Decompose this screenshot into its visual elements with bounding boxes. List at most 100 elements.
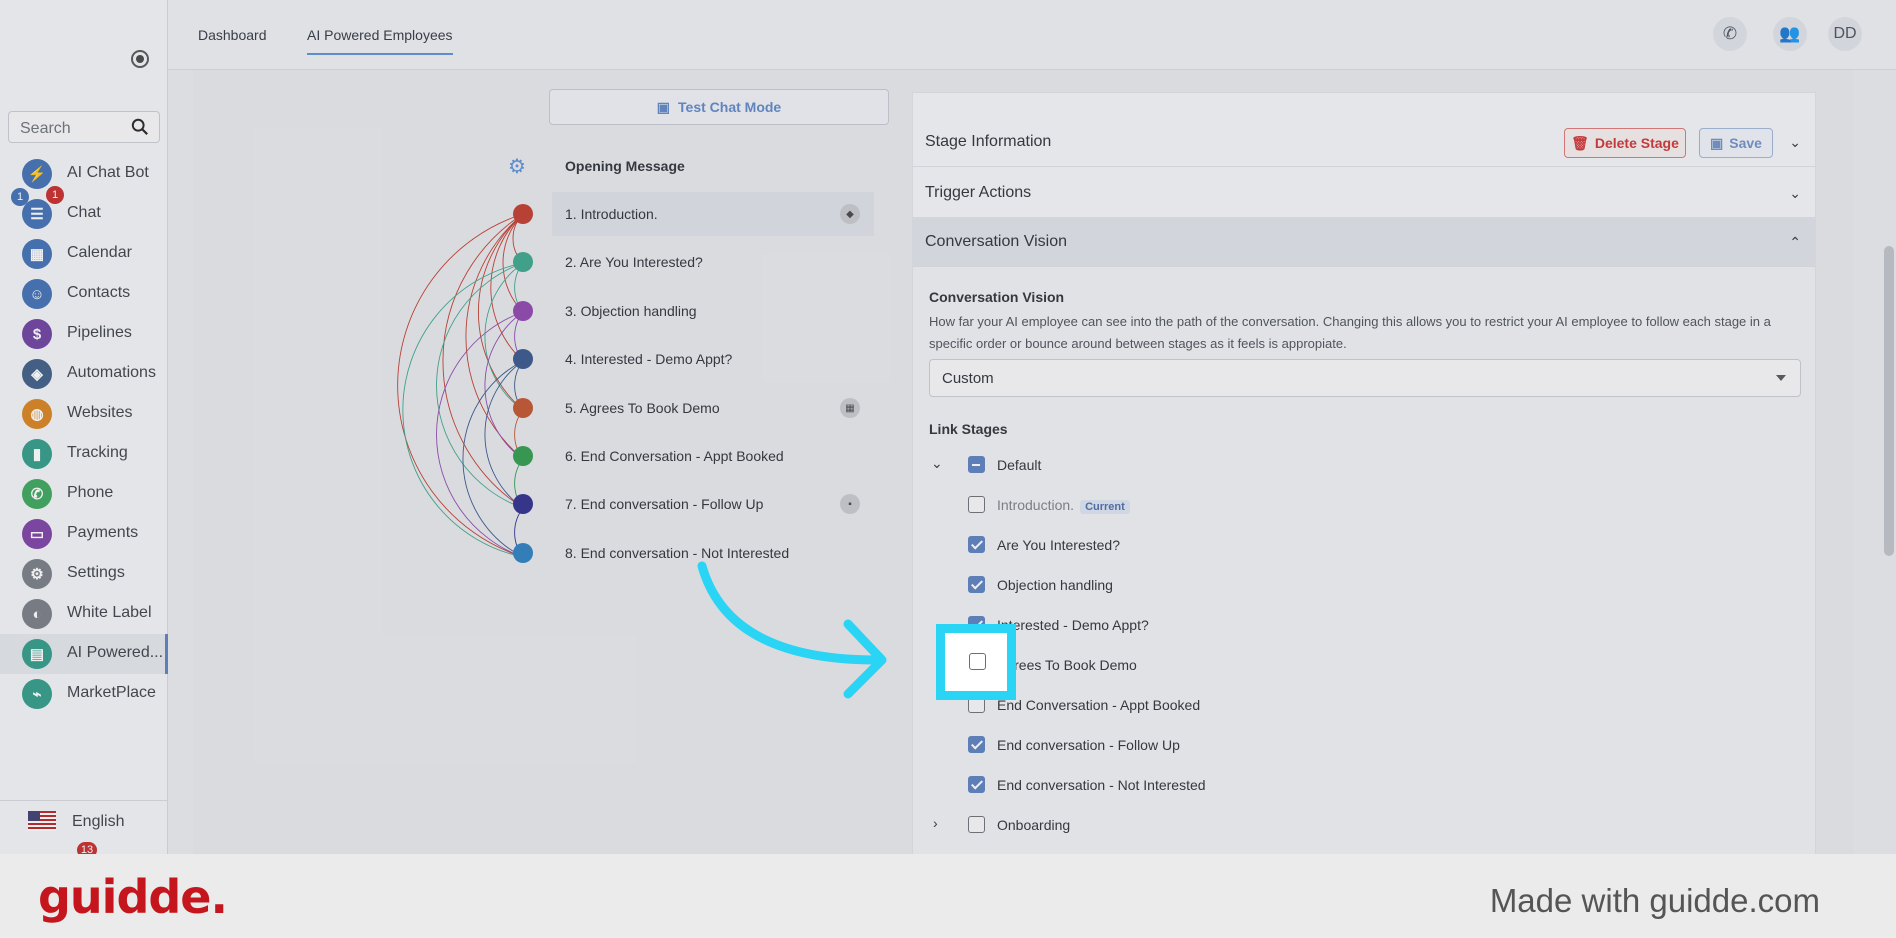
lightning-icon: ⚡ xyxy=(22,159,52,189)
floppy-icon: ▣ xyxy=(1710,134,1724,151)
link-checkbox-are-you-interested[interactable] xyxy=(968,536,985,553)
record-icon[interactable] xyxy=(131,50,149,68)
onboarding-group-checkbox[interactable] xyxy=(968,816,985,833)
sidebar-item-websites[interactable]: ◍ Websites xyxy=(0,394,168,434)
stage-node-1[interactable] xyxy=(513,204,533,224)
stage-row-7[interactable]: 7. End conversation - Follow Up ▪ xyxy=(552,482,874,526)
chat-icon: ☰ xyxy=(22,199,52,229)
tab-ai-powered-employees[interactable]: AI Powered Employees xyxy=(307,27,453,55)
link-label-introduction: Introduction. Current xyxy=(997,497,1130,514)
sidebar-item-label: Chat xyxy=(67,204,101,221)
avatar[interactable]: DD xyxy=(1828,17,1862,51)
users-icon[interactable]: 👥 xyxy=(1773,17,1807,51)
highlighted-checkbox-agrees-to-book-demo[interactable] xyxy=(969,653,986,670)
link-checkbox-objection-handling[interactable] xyxy=(968,576,985,593)
sidebar-item-tracking[interactable]: ▮ Tracking xyxy=(0,434,168,474)
search-placeholder: Search xyxy=(20,120,71,137)
sidebar-item-contacts[interactable]: ☺ Contacts xyxy=(0,274,168,314)
conversation-vision-select[interactable]: Custom xyxy=(929,359,1801,397)
sidebar-item-ai-chat-bot[interactable]: ⚡ AI Chat Bot xyxy=(0,154,168,194)
sidebar-item-white-label[interactable]: ◐ White Label xyxy=(0,594,168,634)
chevron-right-icon[interactable]: › xyxy=(933,815,938,831)
sidebar-item-label: MarketPlace xyxy=(67,684,156,701)
stage-row-1[interactable]: 1. Introduction. ◆ xyxy=(552,192,874,236)
stage-settings-panel: Stage Information ⌄ 🗑 Delete Stage ▣ Save … xyxy=(912,92,1816,855)
sidebar-item-label: Tracking xyxy=(67,444,128,461)
gear-icon[interactable]: ⚙ xyxy=(508,154,526,179)
stage-node-7[interactable] xyxy=(513,494,533,514)
sidebar-item-payments[interactable]: ▭ Payments xyxy=(0,514,168,554)
calendar-icon: ▦ xyxy=(840,398,860,418)
message-icon: ▪ xyxy=(840,494,860,514)
onboarding-group-label: Onboarding xyxy=(997,817,1071,833)
sidebar-item-pipelines[interactable]: $ Pipelines xyxy=(0,314,168,354)
phone-icon[interactable]: ✆ xyxy=(1713,17,1747,51)
stage-row-3[interactable]: 3. Objection handling xyxy=(552,289,874,333)
link-checkbox-end-conversation-not-interested[interactable] xyxy=(968,776,985,793)
stage-row-5[interactable]: 5. Agrees To Book Demo ▦ xyxy=(552,386,874,430)
conversation-vision-header[interactable]: Conversation Vision ⌃ xyxy=(913,217,1815,267)
save-button[interactable]: ▣ Save xyxy=(1699,128,1773,158)
sidebar-item-label: White Label xyxy=(67,604,152,621)
sidebar-item-ai-powered[interactable]: ▤ AI Powered... xyxy=(0,634,168,674)
test-chat-mode-button[interactable]: ▣ Test Chat Mode xyxy=(549,89,889,125)
test-chat-label: Test Chat Mode xyxy=(678,99,782,115)
caret-down-icon xyxy=(1776,375,1786,381)
chat-badge-right: 1 xyxy=(46,186,64,204)
card-icon: ▭ xyxy=(22,519,52,549)
sidebar-item-label: Contacts xyxy=(67,284,131,301)
opening-message[interactable]: Opening Message xyxy=(565,158,685,174)
tab-dashboard[interactable]: Dashboard xyxy=(198,27,267,43)
sidebar-item-chat[interactable]: ☰ Chat 1 1 xyxy=(0,186,168,234)
link-label-interested-demo-appt: Interested - Demo Appt? xyxy=(997,617,1149,633)
stage-label: 4. Interested - Demo Appt? xyxy=(565,351,733,367)
scrollbar-thumb[interactable] xyxy=(1884,246,1894,556)
stage-label: 3. Objection handling xyxy=(565,303,697,319)
stage-label: 2. Are You Interested? xyxy=(565,254,703,270)
stage-node-8[interactable] xyxy=(513,543,533,563)
calendar-icon: ▦ xyxy=(22,239,52,269)
link-checkbox-introduction[interactable] xyxy=(968,496,985,513)
gear-icon: ⚙ xyxy=(22,559,52,589)
automation-icon: ◈ xyxy=(22,359,52,389)
trigger-actions-header[interactable]: Trigger Actions ⌄ xyxy=(913,168,1815,218)
tag-icon: ◆ xyxy=(840,204,860,224)
chevron-down-icon[interactable]: ⌄ xyxy=(1789,185,1801,202)
delete-stage-label: Delete Stage xyxy=(1594,135,1679,151)
language-selector[interactable]: English 13 xyxy=(0,800,168,858)
sidebar-item-phone[interactable]: ✆ Phone xyxy=(0,474,168,514)
sidebar-item-marketplace[interactable]: ⌁ MarketPlace xyxy=(0,674,168,714)
sidebar-item-settings[interactable]: ⚙ Settings xyxy=(0,554,168,594)
stage-node-4[interactable] xyxy=(513,349,533,369)
stage-node-3[interactable] xyxy=(513,301,533,321)
contacts-icon: ☺ xyxy=(22,279,52,309)
conversation-vision-body: Conversation Vision How far your AI empl… xyxy=(913,267,1815,855)
default-group-checkbox[interactable] xyxy=(968,456,985,473)
link-checkbox-end-conversation-follow-up[interactable] xyxy=(968,736,985,753)
conversation-vision-title: Conversation Vision xyxy=(925,233,1068,250)
delete-stage-button[interactable]: 🗑 Delete Stage xyxy=(1564,128,1686,158)
stage-label: 7. End conversation - Follow Up xyxy=(565,496,764,512)
palette-icon: ◐ xyxy=(22,599,52,629)
sidebar-item-automations[interactable]: ◈ Automations xyxy=(0,354,168,394)
stage-node-2[interactable] xyxy=(513,252,533,272)
sidebar-item-calendar[interactable]: ▦ Calendar xyxy=(0,234,168,274)
chevron-down-icon[interactable]: ⌄ xyxy=(931,455,943,472)
chat-badge-left: 1 xyxy=(11,188,29,206)
stage-node-6[interactable] xyxy=(513,446,533,466)
stage-node-5[interactable] xyxy=(513,398,533,418)
search-input[interactable]: Search xyxy=(8,111,160,143)
stage-label: 5. Agrees To Book Demo xyxy=(565,400,720,416)
dollar-icon: $ xyxy=(22,319,52,349)
stage-row-4[interactable]: 4. Interested - Demo Appt? xyxy=(552,337,874,381)
link-label-text: Introduction. xyxy=(997,497,1075,513)
stage-row-6[interactable]: 6. End Conversation - Appt Booked xyxy=(552,434,874,478)
sidebar-item-label: Websites xyxy=(67,404,133,421)
link-stages-label: Link Stages xyxy=(929,421,1008,437)
stage-label: 6. End Conversation - Appt Booked xyxy=(565,448,784,464)
chevron-down-icon[interactable]: ⌄ xyxy=(1789,134,1801,151)
search-icon[interactable] xyxy=(131,118,149,136)
chevron-up-icon[interactable]: ⌃ xyxy=(1789,234,1801,251)
footer: guidde. Made with guidde.com xyxy=(0,854,1896,938)
stage-row-2[interactable]: 2. Are You Interested? xyxy=(552,240,874,284)
